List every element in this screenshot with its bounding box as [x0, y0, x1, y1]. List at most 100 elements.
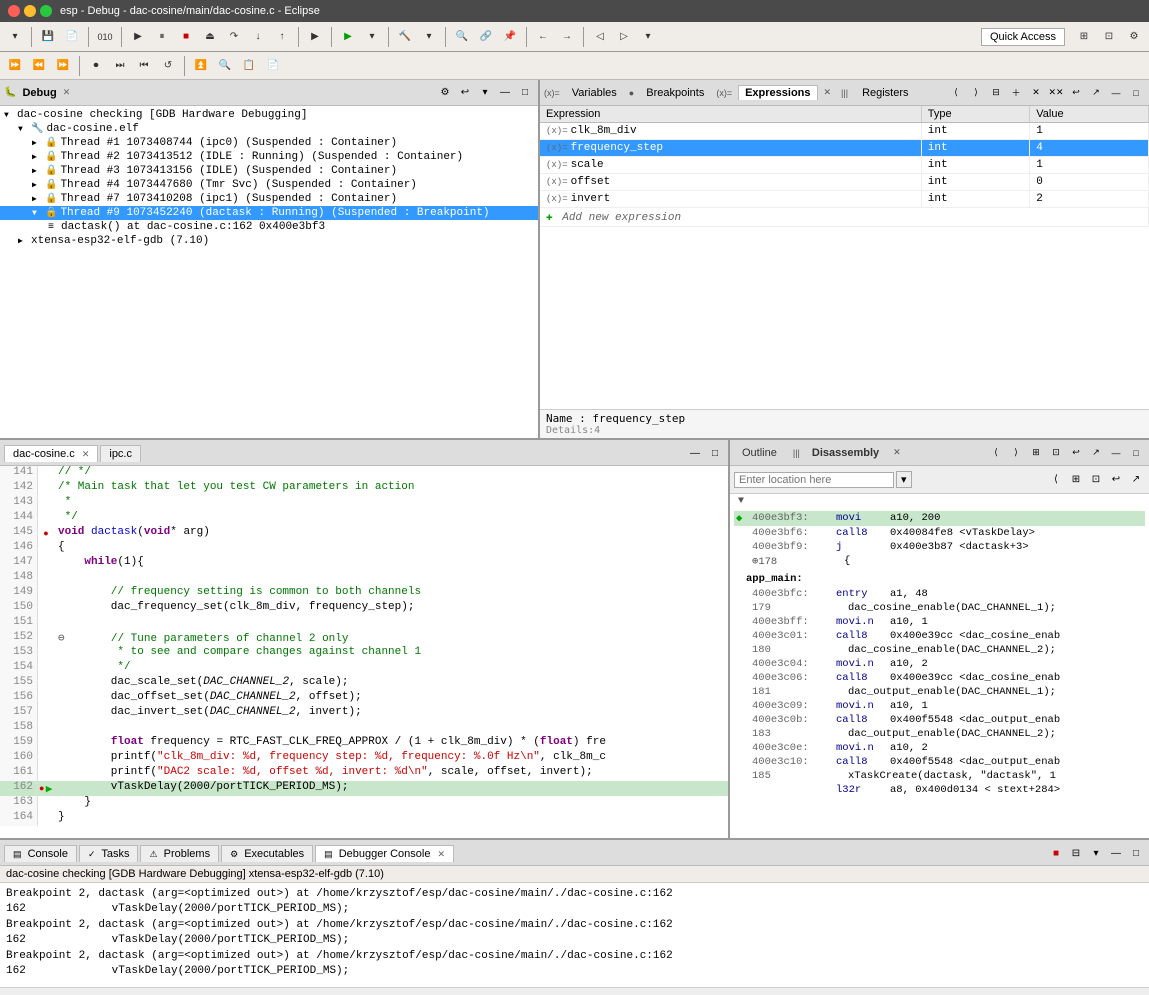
save-all-btn[interactable]: 📄: [61, 26, 83, 48]
disasm-action-5[interactable]: ↩: [1067, 444, 1085, 462]
tab-dac-cosine-close[interactable]: ✕: [82, 449, 90, 459]
console-content[interactable]: Breakpoint 2, dactask (arg=<optimized ou…: [0, 883, 1149, 987]
code-line-162[interactable]: 162 ● ▶ vTaskDelay(2000/portTICK_PERIOD_…: [0, 781, 728, 796]
tree-item-thread9[interactable]: ▼ 🔒 Thread #9 1073452240 (dactask : Runn…: [0, 206, 538, 220]
expr-action-3[interactable]: ↩: [1067, 84, 1085, 102]
view-btn-4[interactable]: ⏺: [85, 55, 107, 77]
quick-access-button[interactable]: Quick Access: [981, 28, 1065, 46]
expr-action-4[interactable]: ↗: [1087, 84, 1105, 102]
view-btn-6[interactable]: ⏮: [133, 55, 155, 77]
console-scroll[interactable]: ▾: [1087, 845, 1105, 863]
disasm-tb-2[interactable]: ⊞: [1067, 471, 1085, 489]
disasm-tb-1[interactable]: ⟨: [1047, 471, 1065, 489]
console-actions[interactable]: ■ ⊟ ▾ — □: [1047, 845, 1145, 863]
view-btn-9[interactable]: 🔍: [214, 55, 236, 77]
expr-row-scale[interactable]: (x)=scale int 1: [540, 157, 1149, 174]
code-line-155[interactable]: 155 dac_scale_set(DAC_CHANNEL_2, scale);: [0, 676, 728, 691]
close-button[interactable]: [8, 5, 20, 17]
debug-bin-btn[interactable]: 010: [94, 26, 116, 48]
code-line-145[interactable]: 145 ● void dactask(void* arg): [0, 526, 728, 541]
debug-tree[interactable]: ▼ dac-cosine checking [GDB Hardware Debu…: [0, 106, 538, 438]
tree-item-gdb[interactable]: ▶ xtensa-esp32-elf-gdb (7.10): [0, 234, 538, 248]
tab-disassembly[interactable]: Disassembly: [804, 445, 887, 461]
code-line-164[interactable]: 164 }: [0, 811, 728, 826]
code-line-144[interactable]: 144 */: [0, 511, 728, 526]
console-minimize[interactable]: —: [1107, 845, 1125, 863]
expr-add-cell[interactable]: ✚ Add new expression: [540, 208, 1149, 227]
tab-variables[interactable]: Variables: [566, 86, 623, 100]
perspective-btn-2[interactable]: ⊡: [1098, 26, 1120, 48]
expr-row-offset[interactable]: (x)=offset int 0: [540, 174, 1149, 191]
code-line-148[interactable]: 148: [0, 571, 728, 586]
tab-tasks[interactable]: ✓ Tasks: [79, 845, 139, 862]
location-dropdown[interactable]: ▾: [896, 471, 912, 488]
code-maximize[interactable]: □: [706, 445, 724, 463]
expr-maximize[interactable]: □: [1127, 84, 1145, 102]
disasm-maximize[interactable]: □: [1127, 444, 1145, 462]
debug-action-1[interactable]: ⚙: [436, 84, 454, 102]
tree-item-root[interactable]: ▼ dac-cosine checking [GDB Hardware Debu…: [0, 108, 538, 122]
disasm-action-3[interactable]: ⊞: [1027, 444, 1045, 462]
expr-remove[interactable]: ✕: [1027, 84, 1045, 102]
disasm-tb-5[interactable]: ↗: [1127, 471, 1145, 489]
console-clear[interactable]: ⊟: [1067, 845, 1085, 863]
expr-row-freq[interactable]: (x)=frequency_step int 4: [540, 140, 1149, 157]
forward-btn[interactable]: →: [556, 26, 578, 48]
hist-back[interactable]: ◁: [589, 26, 611, 48]
code-line-146[interactable]: 146 {: [0, 541, 728, 556]
tree-item-thread2[interactable]: ▶ 🔒 Thread #2 1073413512 (IDLE : Running…: [0, 150, 538, 164]
tab-outline[interactable]: Outline: [734, 445, 785, 461]
code-line-142[interactable]: 142 /* Main task that let you test CW pa…: [0, 481, 728, 496]
tab-problems[interactable]: ⚠ Problems: [140, 845, 219, 862]
code-line-143[interactable]: 143 *: [0, 496, 728, 511]
tab-registers[interactable]: Registers: [856, 86, 914, 100]
tab-breakpoints[interactable]: Breakpoints: [640, 86, 710, 100]
code-line-159[interactable]: 159 float frequency = RTC_FAST_CLK_FREQ_…: [0, 736, 728, 751]
search-btn[interactable]: 🔍: [451, 26, 473, 48]
disasm-tb-4[interactable]: ↩: [1107, 471, 1125, 489]
disasm-action-2[interactable]: ⟩: [1007, 444, 1025, 462]
pause-btn[interactable]: ⏸: [151, 26, 173, 48]
expr-remove-all[interactable]: ✕✕: [1047, 84, 1065, 102]
code-line-157[interactable]: 157 dac_invert_set(DAC_CHANNEL_2, invert…: [0, 706, 728, 721]
code-line-151[interactable]: 151: [0, 616, 728, 631]
step-over-btn[interactable]: ↷: [223, 26, 245, 48]
code-line-160[interactable]: 160 printf("clk_8m_div: %d, frequency st…: [0, 751, 728, 766]
maximize-button[interactable]: [40, 5, 52, 17]
code-line-150[interactable]: 150 dac_frequency_set(clk_8m_div, freque…: [0, 601, 728, 616]
code-line-158[interactable]: 158: [0, 721, 728, 736]
hist-fwd[interactable]: ▷: [613, 26, 635, 48]
expr-action-2[interactable]: ⟩: [967, 84, 985, 102]
code-line-154[interactable]: 154 */: [0, 661, 728, 676]
code-line-156[interactable]: 156 dac_offset_set(DAC_CHANNEL_2, offset…: [0, 691, 728, 706]
step-into-btn[interactable]: ↓: [247, 26, 269, 48]
code-line-163[interactable]: 163 }: [0, 796, 728, 811]
code-minimize[interactable]: —: [686, 445, 704, 463]
perspective-btn-3[interactable]: ⚙: [1123, 26, 1145, 48]
disasm-tb-3[interactable]: ⊡: [1087, 471, 1105, 489]
view-btn-11[interactable]: 📄: [262, 55, 284, 77]
expr-action-1[interactable]: ⟨: [947, 84, 965, 102]
disasm-content[interactable]: ◆ 400e3bf3: movi a10, 200 400e3bf6: call…: [730, 509, 1149, 838]
tab-debugger-console[interactable]: ▤ Debugger Console ✕: [315, 845, 454, 862]
view-btn-7[interactable]: ↺: [157, 55, 179, 77]
tree-item-thread7[interactable]: ▶ 🔒 Thread #7 1073410208 (ipc1) (Suspend…: [0, 192, 538, 206]
perspective-btn-1[interactable]: ⊞: [1073, 26, 1095, 48]
debug-maximize[interactable]: □: [516, 84, 534, 102]
disasm-action-4[interactable]: ⊡: [1047, 444, 1065, 462]
run-green-btn[interactable]: ▶: [337, 26, 359, 48]
tree-item-thread3[interactable]: ▶ 🔒 Thread #3 1073413156 (IDLE) (Suspend…: [0, 164, 538, 178]
tab-executables[interactable]: ⚙ Executables: [221, 845, 313, 862]
pin-btn[interactable]: 📌: [499, 26, 521, 48]
tab-expressions[interactable]: Expressions: [738, 85, 817, 100]
tree-item-elf[interactable]: ▼ 🔧 dac-cosine.elf: [0, 122, 538, 136]
debug-action-2[interactable]: ↩: [456, 84, 474, 102]
expr-collapse[interactable]: ⊟: [987, 84, 1005, 102]
disasm-minimize[interactable]: —: [1107, 444, 1125, 462]
location-input[interactable]: [734, 472, 894, 488]
code-line-149[interactable]: 149 // frequency setting is common to bo…: [0, 586, 728, 601]
code-content[interactable]: 141 // */ 142 /* Main task that let you …: [0, 466, 728, 838]
toolbar-btn-1[interactable]: ▾: [4, 26, 26, 48]
expr-minimize[interactable]: —: [1107, 84, 1125, 102]
tree-item-dactask[interactable]: ≡ dactask() at dac-cosine.c:162 0x400e3b…: [0, 220, 538, 234]
